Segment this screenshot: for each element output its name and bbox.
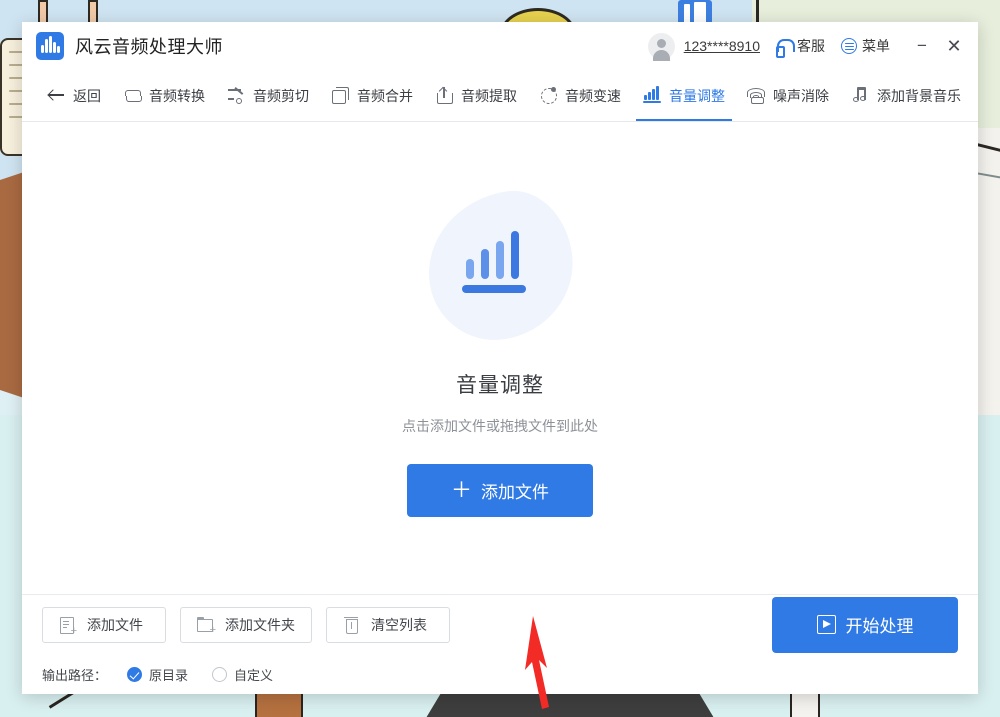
radio-unchecked-icon[interactable]	[212, 666, 228, 682]
nav-label: 音频变速	[565, 87, 621, 104]
nav-item-noise-removal[interactable]: 噪声消除	[736, 70, 840, 121]
output-path-option-label: 自定义	[234, 667, 274, 683]
bottom-toolbar: 添加文件 添加文件夹 清空列表 开始处理	[22, 595, 978, 654]
nav-label: 添加背景音乐	[877, 87, 961, 104]
main-toolbar: 返回 音频转换 音频剪切 音频合并 音频提取 音频变速 音量调整 噪声消除 添加…	[22, 70, 978, 122]
avatar-icon[interactable]	[647, 32, 675, 61]
scissors-icon	[227, 86, 246, 105]
add-file-label: 添加文件	[87, 616, 143, 633]
wallpaper-figure-body	[255, 690, 303, 717]
drop-hint-text: 点击添加文件或拖拽文件到此处	[402, 418, 598, 434]
nav-item-audio-merge[interactable]: 音频合并	[320, 70, 424, 121]
feature-title: 音量调整	[456, 374, 544, 397]
clear-list-button[interactable]: 清空列表	[326, 606, 450, 643]
support-button[interactable]: 客服	[776, 36, 825, 58]
folder-add-icon	[197, 616, 216, 636]
trash-icon	[343, 616, 360, 634]
arrow-left-icon	[47, 86, 66, 105]
nav-item-audio-speed[interactable]: 音频变速	[528, 70, 632, 121]
bar-chart-icon	[643, 86, 662, 105]
add-file-button[interactable]: 添加文件	[42, 606, 166, 643]
title-bar-actions: 123****8910 客服 菜单 − ✕	[647, 30, 970, 62]
menu-button[interactable]: 菜单	[841, 36, 890, 56]
start-processing-label: 开始处理	[845, 617, 914, 636]
plus-icon: ＋	[451, 479, 472, 502]
wallpaper-figure-body	[790, 690, 820, 717]
minimize-button[interactable]: −	[906, 30, 938, 62]
output-path-option-custom[interactable]: 自定义	[212, 665, 273, 684]
nav-item-audio-extract[interactable]: 音频提取	[424, 70, 528, 121]
file-drop-zone[interactable]: 音量调整 点击添加文件或拖拽文件到此处 ＋ 添加文件	[22, 122, 978, 709]
nav-label: 噪声消除	[773, 87, 829, 104]
nav-label: 返回	[73, 87, 101, 104]
convert-icon	[123, 86, 142, 105]
merge-squares-icon	[331, 86, 350, 105]
output-path-option-original[interactable]: 原目录	[127, 665, 188, 684]
nav-label: 音频转换	[149, 87, 205, 104]
account-phone-link[interactable]: 123****8910	[684, 38, 760, 54]
music-note-icon	[851, 86, 870, 105]
nav-label: 音频提取	[461, 87, 517, 104]
radio-checked-icon[interactable]	[127, 666, 143, 682]
noise-wave-icon	[747, 86, 766, 105]
nav-item-add-bgm[interactable]: 添加背景音乐	[840, 70, 972, 121]
bar-chart-glyph	[462, 231, 538, 297]
add-file-primary-label: 添加文件	[481, 483, 549, 502]
close-button[interactable]: ✕	[938, 30, 970, 62]
nav-label: 音量调整	[669, 87, 725, 104]
play-icon	[816, 615, 836, 634]
output-path-label: 输出路径：	[42, 667, 108, 683]
output-path-row: 输出路径： 原目录 自定义	[22, 654, 978, 694]
add-folder-button[interactable]: 添加文件夹	[180, 606, 312, 643]
add-folder-label: 添加文件夹	[225, 616, 295, 633]
upload-extract-icon	[435, 86, 454, 105]
nav-item-volume-adjust[interactable]: 音量调整	[632, 70, 736, 121]
nav-item-back[interactable]: 返回	[36, 70, 112, 121]
support-label: 客服	[797, 38, 825, 54]
title-bar: 风云音频处理大师 123****8910 客服 菜单 − ✕	[22, 22, 978, 70]
audio-wave-icon	[36, 32, 64, 60]
start-processing-button[interactable]: 开始处理	[772, 596, 958, 653]
page-title: 风云音频处理大师	[75, 37, 223, 57]
menu-label: 菜单	[862, 38, 890, 54]
list-menu-icon	[841, 38, 857, 54]
nav-item-audio-cut[interactable]: 音频剪切	[216, 70, 320, 121]
headset-icon	[776, 38, 795, 58]
nav-label: 音频剪切	[253, 87, 309, 104]
add-file-primary-button[interactable]: ＋ 添加文件	[407, 464, 593, 517]
application-window: 风云音频处理大师 123****8910 客服 菜单 − ✕ 返回 音频转换 音…	[22, 22, 978, 709]
desktop-background: 风云音频处理大师 123****8910 客服 菜单 − ✕ 返回 音频转换 音…	[0, 0, 1000, 717]
nav-label: 音频合并	[357, 87, 413, 104]
file-add-icon	[59, 616, 77, 637]
nav-item-audio-convert[interactable]: 音频转换	[112, 70, 216, 121]
output-path-option-label: 原目录	[149, 667, 189, 683]
clear-list-label: 清空列表	[371, 616, 427, 633]
speed-dial-icon	[539, 86, 558, 105]
volume-bars-icon	[418, 183, 583, 349]
